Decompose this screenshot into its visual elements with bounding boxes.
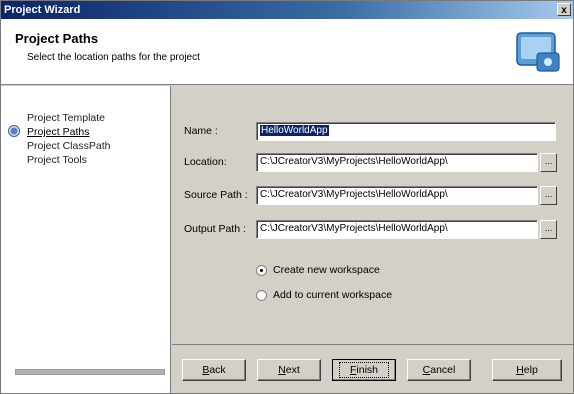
location-label: Location: [184, 156, 227, 168]
create-workspace-radio[interactable] [256, 264, 267, 276]
step-project-classpath[interactable]: Project ClassPath [27, 140, 110, 152]
location-input[interactable]: C:\JCreatorV3\MyProjects\HelloWorldApp\ [256, 153, 538, 172]
back-label: ack [209, 364, 226, 376]
close-icon[interactable]: x [557, 3, 571, 16]
create-workspace-label: Create new workspace [273, 264, 380, 276]
source-path-label: Source Path : [184, 189, 248, 201]
steps-divider [15, 369, 165, 375]
back-button[interactable]: Back [182, 359, 246, 381]
title-bar: Project Wizard x [1, 1, 573, 19]
finish-label: inish [356, 364, 379, 376]
page-subtitle: Select the location paths for the projec… [27, 52, 200, 63]
name-input[interactable]: HelloWorldApp [256, 122, 556, 141]
name-label: Name : [184, 125, 218, 137]
paths-form: Name : HelloWorldApp Location: C:\JCreat… [172, 86, 573, 344]
cancel-button[interactable]: Cancel [407, 359, 471, 381]
help-button[interactable]: Help [492, 359, 562, 381]
create-workspace-option[interactable]: Create new workspace [256, 264, 380, 276]
wizard-header: Project Paths Select the location paths … [1, 19, 573, 85]
button-bar: Back Next Finish Cancel Help [172, 344, 573, 393]
output-path-label: Output Path : [184, 223, 246, 235]
output-path-input[interactable]: C:\JCreatorV3\MyProjects\HelloWorldApp\ [256, 220, 538, 239]
name-value: HelloWorldApp [260, 125, 329, 136]
add-workspace-label: Add to current workspace [273, 289, 393, 301]
location-browse-button[interactable]: ... [540, 153, 557, 172]
help-label: elp [523, 364, 538, 376]
cancel-label: ancel [430, 364, 456, 376]
source-path-browse-button[interactable]: ... [540, 186, 557, 205]
next-label: ext [285, 364, 300, 376]
step-project-tools[interactable]: Project Tools [27, 154, 87, 166]
current-step-icon [8, 125, 20, 137]
steps-panel: Project Template Project Paths Project C… [1, 86, 171, 393]
finish-button[interactable]: Finish [332, 359, 396, 381]
step-project-template[interactable]: Project Template [27, 112, 105, 124]
help-mnemonic: H [516, 364, 524, 376]
step-project-paths[interactable]: Project Paths [27, 126, 89, 138]
project-wizard-window: Project Wizard x Project Paths Select th… [0, 0, 574, 394]
source-path-input[interactable]: C:\JCreatorV3\MyProjects\HelloWorldApp\ [256, 186, 538, 205]
add-workspace-option[interactable]: Add to current workspace [256, 289, 392, 301]
output-path-browse-button[interactable]: ... [540, 220, 557, 239]
next-button[interactable]: Next [257, 359, 321, 381]
add-workspace-radio[interactable] [256, 289, 267, 301]
window-title: Project Wizard [4, 4, 81, 16]
next-mnemonic: N [278, 364, 286, 376]
page-title: Project Paths [15, 31, 99, 46]
wizard-icon [516, 32, 560, 72]
